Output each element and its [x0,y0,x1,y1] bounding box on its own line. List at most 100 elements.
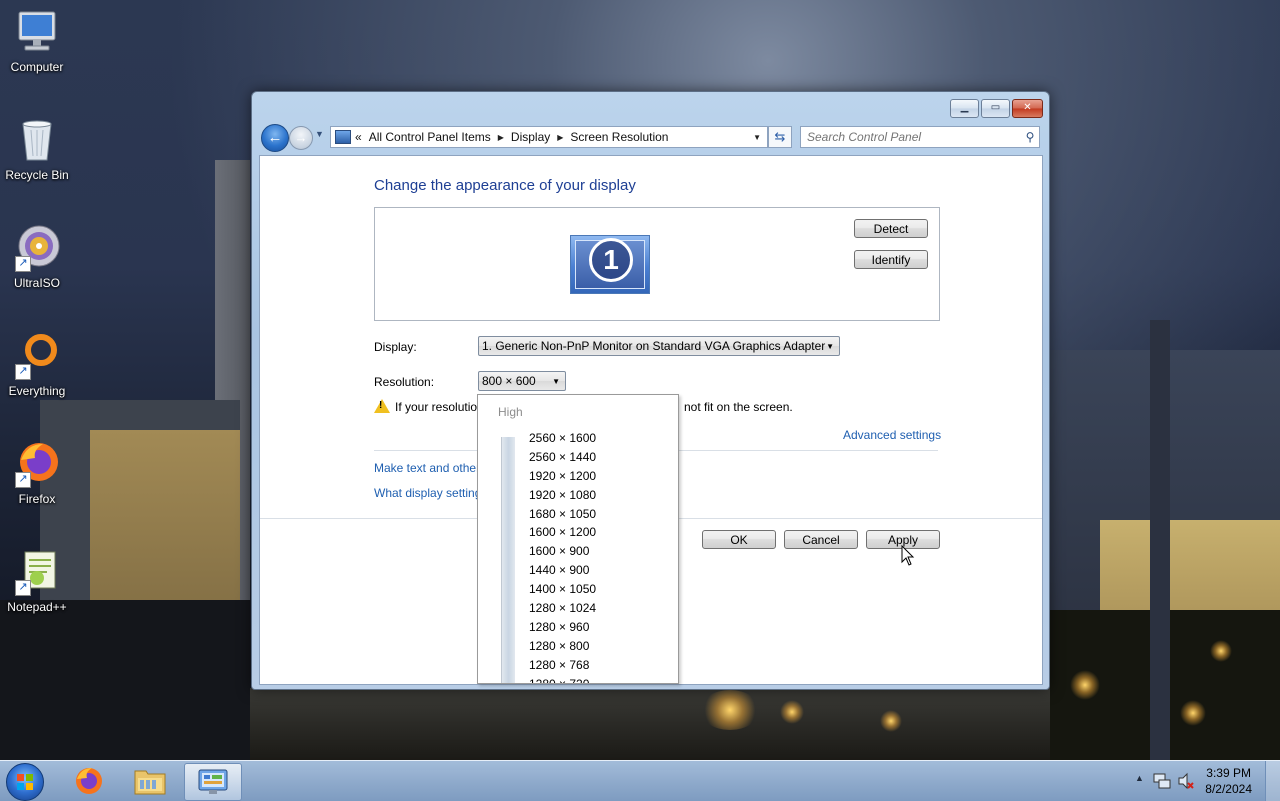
display-select-value: 1. Generic Non-PnP Monitor on Standard V… [482,339,826,353]
maximize-button[interactable]: ▭ [981,99,1010,118]
resolution-option[interactable]: 1280 × 1024 [529,599,596,618]
ultraiso-icon: ↗ [13,224,61,272]
warning-text-left: If your resolutio [395,400,478,414]
display-label: Display: [374,340,417,354]
resolution-label: Resolution: [374,375,435,389]
mouse-cursor-icon [901,545,915,566]
address-bar[interactable]: « All Control Panel Items ▶ Display ▶ Sc… [330,126,768,148]
ok-button[interactable]: OK [702,530,776,549]
desktop-icon-label: Firefox [18,492,56,506]
resolution-option[interactable]: 1440 × 900 [529,561,596,580]
everything-icon: ↗ [13,332,61,380]
recent-pages-button[interactable]: ▼ [315,129,324,139]
search-box[interactable]: ⚲ [800,126,1040,148]
breadcrumb-all-control-panel-items[interactable]: All Control Panel Items [369,130,491,144]
breadcrumb-screen-resolution[interactable]: Screen Resolution [570,130,668,144]
detect-button[interactable]: Detect [854,219,928,238]
resolution-option[interactable]: 1280 × 800 [529,637,596,656]
breadcrumb-display[interactable]: Display [511,130,550,144]
volume-muted-icon[interactable] [1177,772,1195,790]
display-select[interactable]: 1. Generic Non-PnP Monitor on Standard V… [478,336,840,356]
advanced-settings-link[interactable]: Advanced settings [843,428,941,442]
back-arrow-icon: ← [267,129,283,146]
forward-button[interactable]: → [289,126,313,150]
back-button[interactable]: ← [261,124,289,152]
chevron-down-icon: ▼ [552,377,560,386]
desktop-icon-label: Computer [10,60,64,74]
start-button[interactable] [6,763,44,801]
resolution-option[interactable]: 1400 × 1050 [529,580,596,599]
resolution-option[interactable]: 1280 × 720 [529,675,596,683]
chevron-down-icon: ▼ [826,342,834,351]
monitor-1-tile[interactable]: 1 [570,235,650,294]
window-controls: ▁ ▭ ✕ [950,99,1043,118]
desktop-icon-computer[interactable]: Computer [0,8,74,74]
desktop-icon-ultraiso[interactable]: ↗ UltraISO [0,224,74,290]
desktop-icon-notepadpp[interactable]: ↗ Notepad++ [0,548,74,614]
chevron-down-icon: ▼ [315,129,324,139]
resolution-option[interactable]: 2560 × 1440 [529,448,596,467]
search-input[interactable] [801,129,1021,145]
refresh-button[interactable]: ⇆ [768,126,792,148]
computer-icon [13,8,61,56]
taskbar-control-panel-button[interactable] [184,763,242,801]
resolution-option[interactable]: 1920 × 1200 [529,467,596,486]
resolution-select[interactable]: 800 × 600 ▼ [478,371,566,391]
resolution-option[interactable]: 1920 × 1080 [529,486,596,505]
identify-button[interactable]: Identify [854,250,928,269]
monitor-preview-box: 1 Detect Identify [374,207,940,321]
desktop-icon-recycle-bin[interactable]: Recycle Bin [0,116,74,182]
text-size-link[interactable]: Make text and other [374,461,480,475]
resolution-option[interactable]: 2560 × 1600 [529,429,596,448]
system-tray: ▲ 3:39 PM 8/2/2024 [1125,761,1280,801]
close-button[interactable]: ✕ [1012,99,1043,118]
resolution-dropdown[interactable]: High 2560 × 1600 2560 × 1440 1920 × 1200… [477,394,679,684]
wallpaper-light [1180,700,1206,726]
resolution-option[interactable]: 1680 × 1050 [529,505,596,524]
taskbar-firefox-button[interactable] [62,763,118,799]
warning-icon: ! [374,399,390,413]
forward-arrow-icon: → [294,130,308,145]
resolution-option[interactable]: 1280 × 768 [529,656,596,675]
wallpaper-light [700,690,760,730]
desktop-icon-firefox[interactable]: ↗ Firefox [0,440,74,506]
shortcut-arrow-icon: ↗ [15,580,31,596]
control-panel-icon [198,769,228,794]
taskbar: ▲ 3:39 PM 8/2/2024 [0,760,1280,801]
network-icon[interactable] [1153,772,1171,790]
search-icon[interactable]: ⚲ [1021,130,1039,144]
resolution-slider[interactable] [501,437,515,683]
resolution-option[interactable]: 1280 × 960 [529,618,596,637]
monitor-number: 1 [589,238,633,282]
show-hidden-icons-icon[interactable]: ▲ [1135,773,1144,783]
desktop-icon-label: Recycle Bin [5,168,69,182]
display-settings-link[interactable]: What display setting [374,486,481,500]
desktop-icon-label: Notepad++ [7,600,67,614]
resolution-option[interactable]: 1600 × 900 [529,542,596,561]
cancel-button[interactable]: Cancel [784,530,858,549]
clock[interactable]: 3:39 PM 8/2/2024 [1205,765,1252,797]
breadcrumb-overflow[interactable]: « [355,130,362,144]
wallpaper-building [250,688,1050,760]
breadcrumb-separator-icon[interactable]: ▶ [498,133,504,142]
shortcut-arrow-icon: ↗ [15,364,31,380]
shortcut-arrow-icon: ↗ [15,256,31,272]
warning-text-right: not fit on the screen. [684,400,793,414]
firefox-icon: ↗ [13,440,61,488]
desktop-icon-everything[interactable]: ↗ Everything [0,332,74,398]
taskbar-explorer-button[interactable] [122,763,178,799]
recycle-bin-icon [13,116,61,164]
notepadpp-icon: ↗ [13,548,61,596]
address-dropdown-icon[interactable]: ▼ [753,133,761,142]
wallpaper-light [1210,640,1232,662]
page-title: Change the appearance of your display [374,177,636,194]
wallpaper-light [1070,670,1100,700]
show-desktop-button[interactable] [1265,761,1280,801]
resolution-high-label: High [498,405,523,419]
breadcrumb-separator-icon[interactable]: ▶ [557,133,563,142]
wallpaper-light [880,710,902,732]
resolution-option[interactable]: 1600 × 1200 [529,523,596,542]
control-panel-icon [335,130,351,144]
minimize-button[interactable]: ▁ [950,99,979,118]
desktop-icon-label: Everything [8,384,66,398]
